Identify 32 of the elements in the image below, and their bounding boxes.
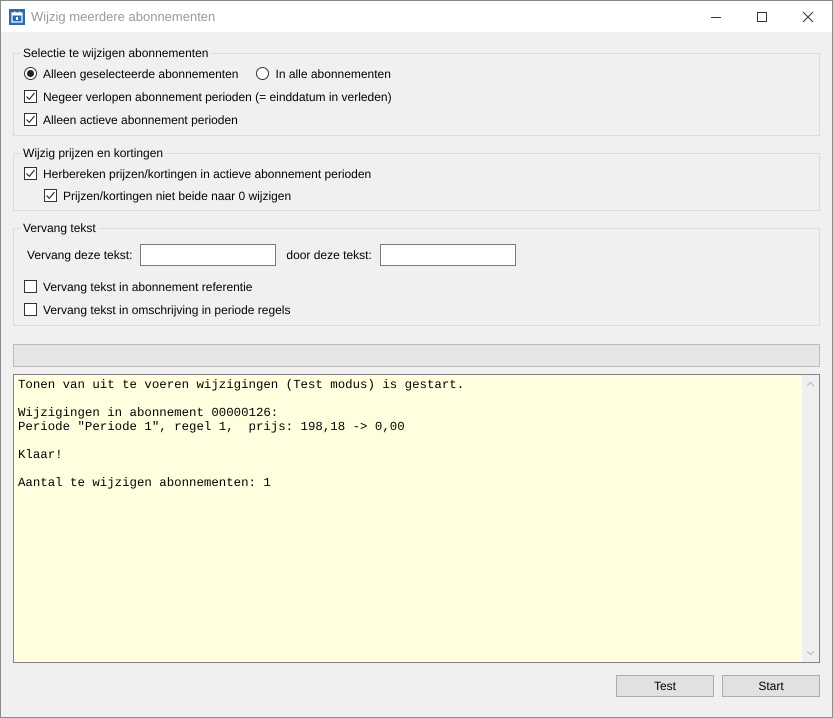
text-field[interactable] xyxy=(380,244,516,266)
checkbox[interactable] xyxy=(24,113,37,126)
text-field[interactable] xyxy=(140,244,276,266)
log-line: Klaar! xyxy=(18,448,64,462)
checkbox-label: Vervang tekst in abonnement referentie xyxy=(43,280,252,294)
checkbox[interactable] xyxy=(24,167,37,180)
log-line: Aantal te wijzigen abonnementen: 1 xyxy=(18,476,272,490)
field-label: Vervang deze tekst: xyxy=(27,248,132,262)
checkbox[interactable] xyxy=(44,189,57,202)
log-line: Tonen van uit te voeren wijzigingen (Test modus) is gestart. xyxy=(18,378,466,392)
checkbox-label: Alleen actieve abonnement perioden xyxy=(43,112,238,126)
checkbox[interactable] xyxy=(24,303,37,316)
log-line: Periode "Periode 1", regel 1, prijs: 198,18 -> 0,00 xyxy=(18,420,406,434)
checkbox-label: Negeer verlopen abonnement perioden (= einddatum in verleden) xyxy=(43,90,392,104)
checkbox-label: Prijzen/kortingen niet beide naar 0 wijzigen xyxy=(63,188,292,202)
radio-button[interactable] xyxy=(24,67,37,80)
group-title: Wijzig prijzen en kortingen xyxy=(22,146,164,160)
checkbox[interactable] xyxy=(24,90,37,103)
log-line: Wijzigingen in abonnement 00000126: xyxy=(18,406,280,420)
calendar-icon xyxy=(9,8,25,24)
maximize-icon[interactable] xyxy=(756,10,768,22)
checkbox[interactable] xyxy=(24,280,37,293)
checkbox-label: Herbereken prijzen/kortingen in actieve abonnement perioden xyxy=(43,166,372,180)
window-title: Wijzig meerdere abonnementen xyxy=(31,9,216,24)
close-icon[interactable] xyxy=(802,10,814,22)
group-title: Vervang tekst xyxy=(22,221,97,235)
group-title: Selectie te wijzigen abonnementen xyxy=(22,46,210,60)
field-label: door deze tekst: xyxy=(286,248,372,262)
radio-button[interactable] xyxy=(256,67,270,80)
action-button[interactable]: Test xyxy=(616,675,714,697)
checkbox-label: Vervang tekst in omschrijving in periode regels xyxy=(43,302,290,316)
action-button[interactable]: Start xyxy=(722,675,820,697)
